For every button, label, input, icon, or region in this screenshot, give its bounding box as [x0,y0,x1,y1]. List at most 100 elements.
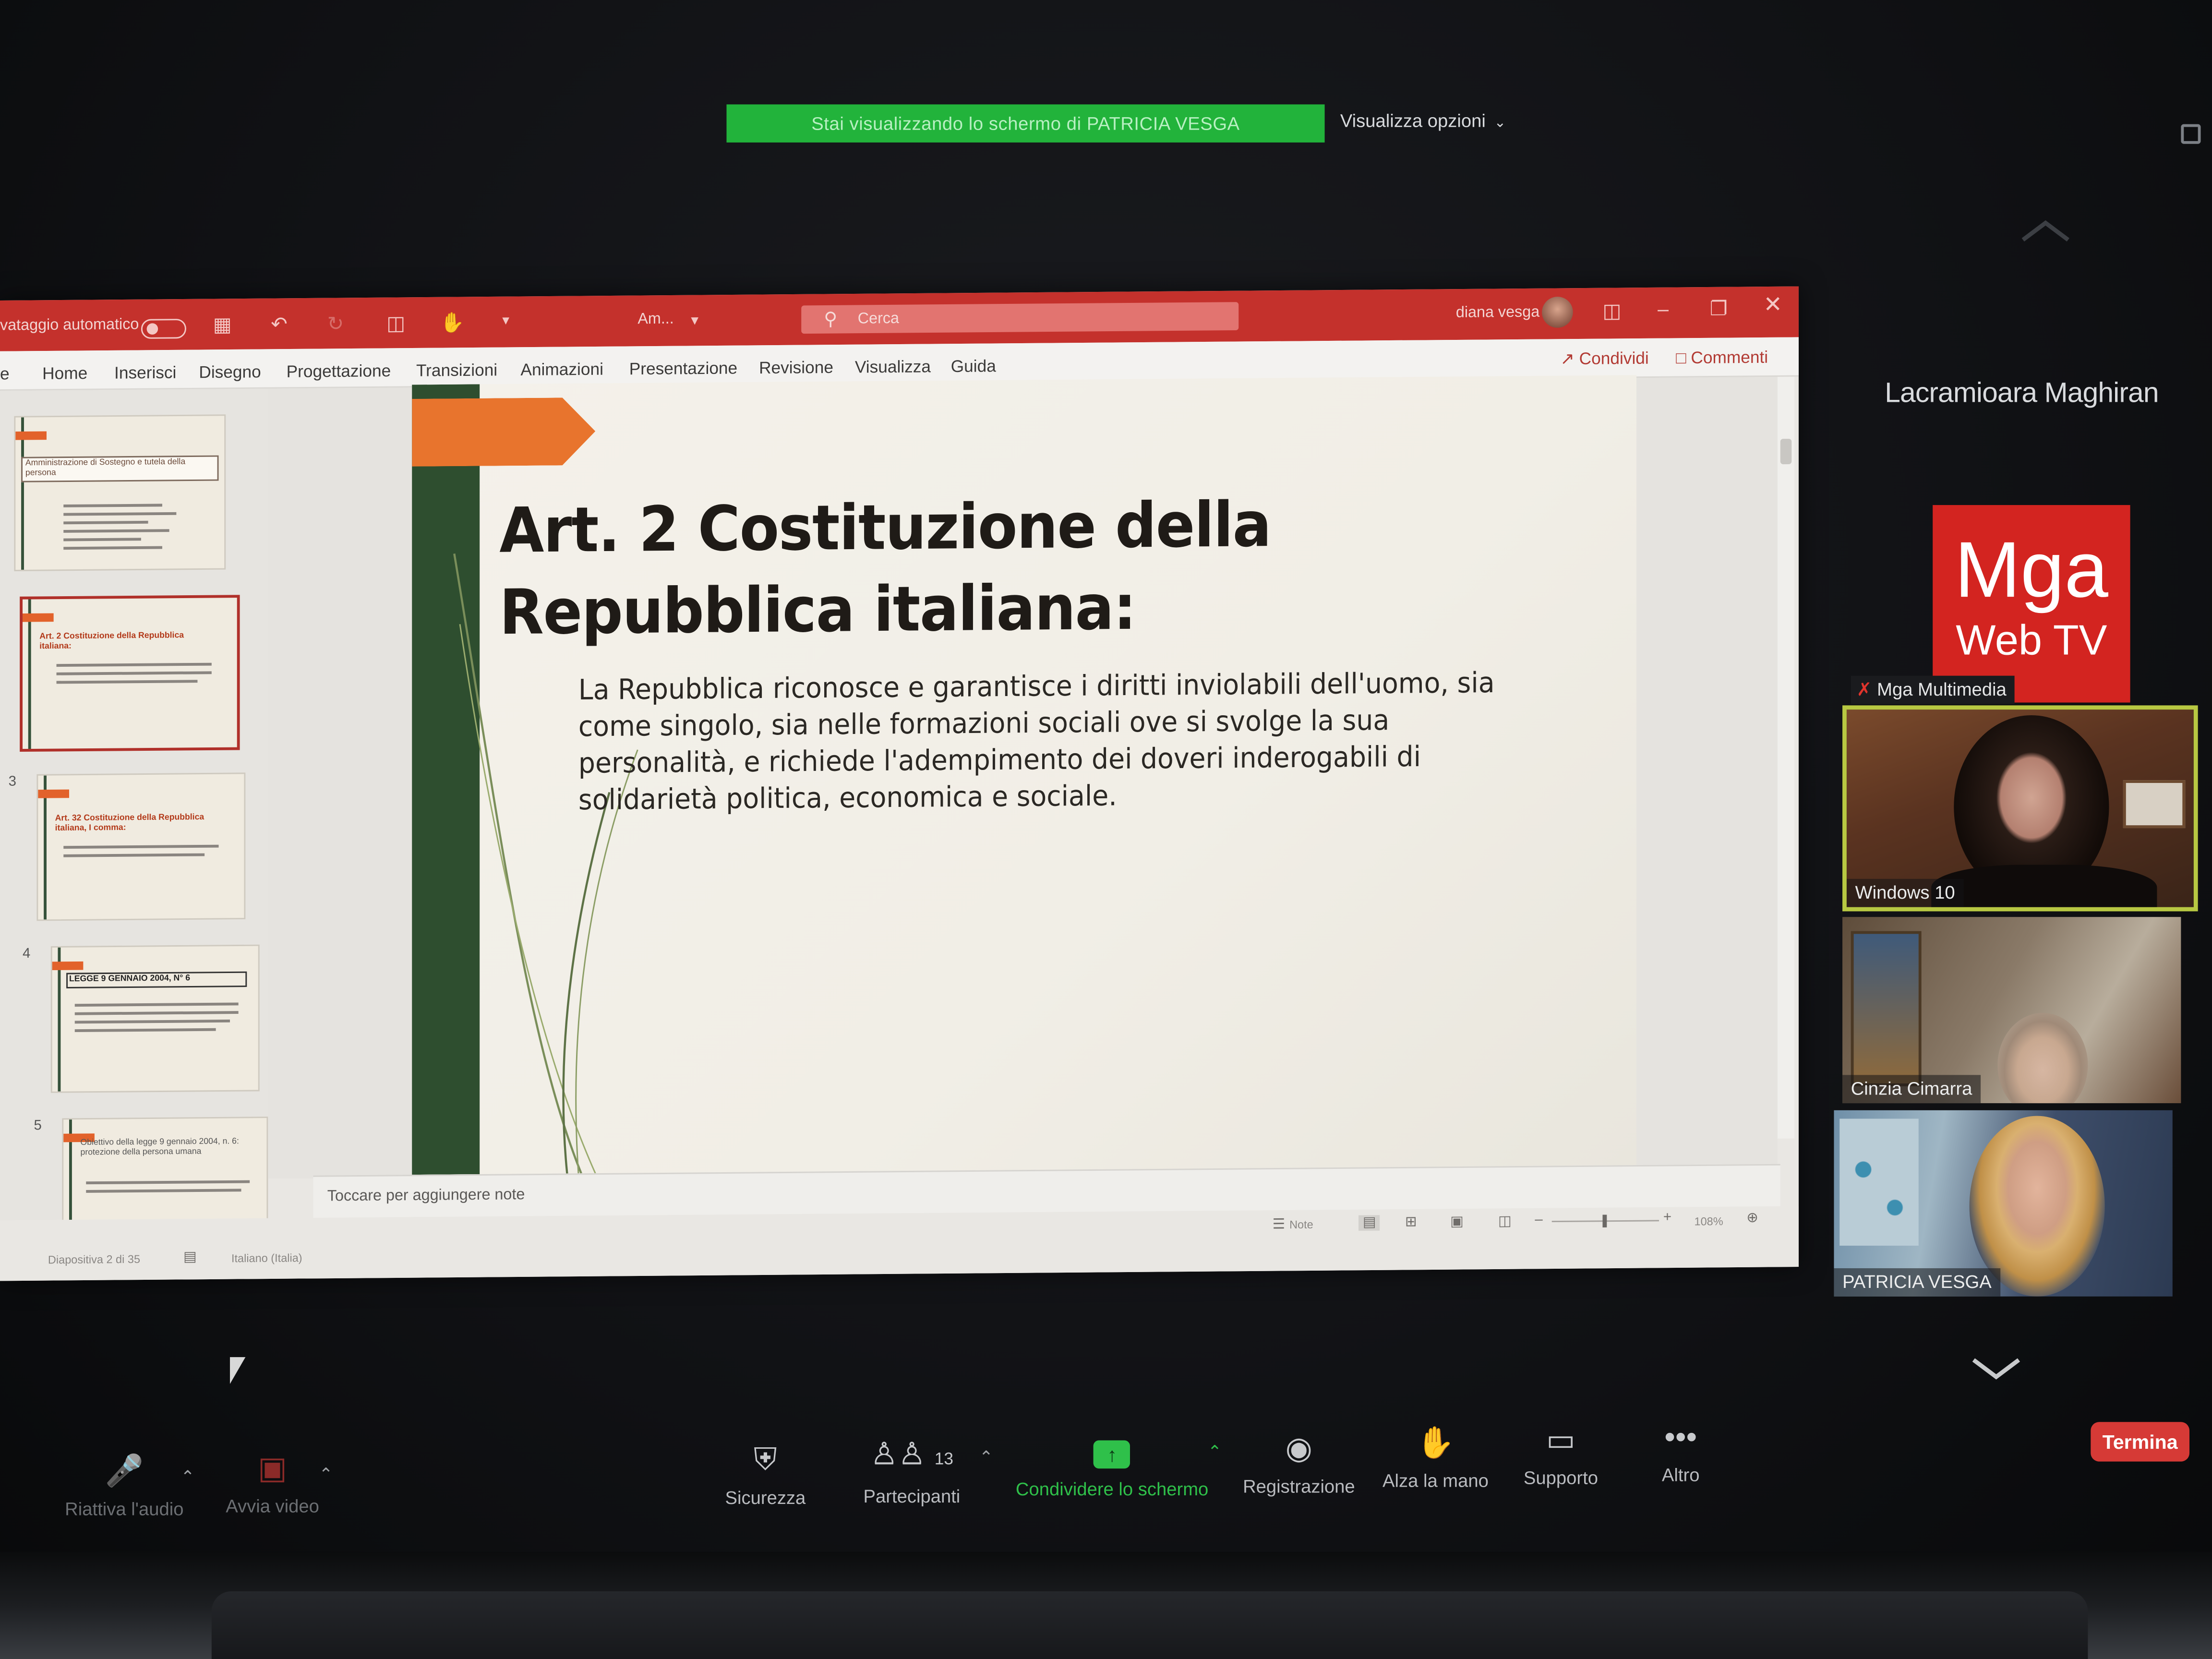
logo-subtext: Web TV [1956,618,2107,665]
zoom-slider-thumb[interactable] [1602,1214,1607,1227]
zoom-slider[interactable] [1551,1214,1659,1227]
unmute-button[interactable]: 🎤 Riattiva l'audio [65,1453,183,1519]
slide-number: 3 [8,774,16,790]
video-options-caret[interactable]: ⌃ [319,1464,333,1484]
search-placeholder: Cerca [857,310,900,328]
present-icon[interactable]: ◫ [386,312,405,334]
chevron-down-icon[interactable] [1968,1351,2025,1385]
slide-body-text[interactable]: La Repubblica riconosce e garantisce i d… [578,664,1533,818]
tab-animations[interactable]: Animazioni [520,359,603,379]
touch-mode-icon[interactable]: ✋ [440,311,465,334]
slide-thumbnail-2[interactable]: Art. 2 Costituzione della Repubblica ita… [20,595,240,752]
slide-number: 5 [34,1118,42,1134]
slide-sorter-icon[interactable]: ⊞ [1405,1215,1417,1231]
slide-thumbnail-5[interactable]: Obiettivo della legge 9 gennaio 2004, n.… [62,1117,268,1223]
audio-options-caret[interactable]: ⌃ [180,1467,195,1487]
share-screen-button[interactable]: ↑ Condividere lo schermo [1016,1433,1208,1500]
slideshow-icon[interactable]: ◫ [1498,1214,1512,1230]
comment-icon: □ [1676,348,1691,368]
zoom-in-icon[interactable]: + [1663,1210,1671,1226]
notes-toggle[interactable]: Note [1289,1218,1313,1231]
thumb-title: Amministrazione di Sostegno e tutela del… [21,455,219,482]
muted-mic-icon: ✗ [1856,678,1877,700]
language-status[interactable]: Italiano (Italia) [231,1252,302,1265]
start-video-button[interactable]: ▣ Avvia video [226,1450,319,1516]
participants-icon: ♙♙ 13 [870,1436,953,1472]
start-video-label: Avvia video [226,1495,319,1517]
tab-transitions[interactable]: Transizioni [416,360,497,380]
close-icon[interactable]: ✕ [1764,293,1782,317]
ribbon-display-icon[interactable]: ◫ [1602,299,1621,322]
accessibility-icon[interactable]: ▤ [183,1250,197,1265]
tab-file[interactable]: e [0,364,10,384]
scrollbar-thumb[interactable] [1780,439,1792,465]
chevron-up-icon[interactable] [2017,212,2074,246]
logo-text: Mga [1954,525,2108,614]
file-dropdown-icon[interactable]: ▼ [688,311,701,330]
thumb-title: LEGGE 9 GENNAIO 2004, N° 6 [66,971,247,989]
vertical-scrollbar[interactable] [1777,376,1795,1139]
fit-slide-icon[interactable]: ⊕ [1746,1211,1758,1226]
security-button[interactable]: ⛨ Sicurezza [725,1442,806,1508]
notes-icon[interactable]: ☰ [1273,1217,1285,1233]
tab-draw[interactable]: Disegno [199,362,261,382]
tab-design[interactable]: Progettazione [287,361,391,382]
participant-video[interactable]: Cinzia Cimarra [1842,917,2181,1104]
redo-icon[interactable]: ↻ [327,312,344,335]
normal-view-icon[interactable]: ▤ [1358,1215,1381,1231]
record-label: Registrazione [1243,1475,1355,1497]
participant-name: Mga Multimedia [1877,678,2007,700]
participant-video-active[interactable]: Windows 10 [1842,705,2198,912]
zoom-out-icon[interactable]: – [1535,1213,1542,1228]
tab-home[interactable]: Home [42,363,87,384]
slide-thumbnail-3[interactable]: Art. 32 Costituzione della Repubblica it… [36,772,246,921]
thumb-title: Art. 2 Costituzione della Repubblica ita… [39,632,184,652]
minimize-icon[interactable]: – [1658,297,1669,320]
search-input[interactable]: ⚲ Cerca [801,302,1239,334]
share-icon: ↗ [1560,349,1579,369]
tab-help[interactable]: Guida [951,356,996,376]
share-options-caret[interactable]: ⌃ [1208,1442,1222,1461]
customize-icon[interactable]: ▾ [502,312,509,332]
autosave-toggle[interactable] [141,319,186,339]
share-button[interactable]: ↗ Condividi [1560,348,1648,369]
raise-hand-button[interactable]: ✋ Alza la mano [1382,1425,1489,1491]
participant-video[interactable]: PATRICIA VESGA [1834,1110,2173,1297]
slide-title[interactable]: Art. 2 Costituzione della Repubblica ita… [499,485,1313,655]
more-button[interactable]: ••• Altro [1662,1419,1700,1485]
tab-insert[interactable]: Inserisci [114,362,176,383]
comments-button[interactable]: □ Commenti [1676,347,1768,368]
participants-options-caret[interactable]: ⌃ [979,1447,994,1467]
powerpoint-window: vataggio automatico ▦ ↶ ↻ ◫ ✋ ▾ Am... ▼ … [0,286,1799,1281]
slide-thumbnail-1[interactable]: Amministrazione di Sostegno e tutela del… [14,414,226,571]
gallery-view-icon[interactable] [2181,124,2201,144]
support-button[interactable]: ▭ Supporto [1524,1422,1598,1488]
save-icon[interactable]: ▦ [213,313,232,336]
participants-button[interactable]: ♙♙ 13 Partecipanti [864,1436,961,1507]
participants-label: Partecipanti [863,1485,961,1507]
more-icon: ••• [1664,1419,1697,1455]
end-meeting-button[interactable]: Termina [2091,1422,2190,1462]
wall-decoration [1839,1118,1919,1246]
tab-review[interactable]: Revisione [759,358,833,378]
monitor-stand [211,1591,2088,1659]
reading-view-icon[interactable]: ▣ [1450,1214,1464,1230]
participant-clothing [1931,865,2157,907]
restore-icon[interactable]: ❐ [1710,297,1728,319]
tab-view[interactable]: Visualizza [855,357,931,377]
share-screen-icon: ↑ [1016,1433,1208,1470]
slide-title-arrow [412,397,595,467]
file-name[interactable]: Am... [637,311,673,328]
view-options-button[interactable]: Visualizza opzioni ⌄ [1340,107,1506,138]
slide-thumbnail-4[interactable]: LEGGE 9 GENNAIO 2004, N° 6 [50,944,260,1093]
avatar[interactable] [1542,296,1573,328]
undo-icon[interactable]: ↶ [271,313,287,335]
record-button[interactable]: ◉ Registrazione [1243,1431,1355,1497]
participants-count: 13 [934,1449,953,1469]
current-slide[interactable]: Art. 2 Costituzione della Repubblica ita… [412,375,1637,1175]
tab-slideshow[interactable]: Presentazione [629,358,737,379]
user-name[interactable]: diana vesga [1456,304,1539,322]
participant-face [1997,1013,2088,1104]
record-icon: ◉ [1285,1430,1313,1466]
zoom-level[interactable]: 108% [1694,1215,1723,1228]
